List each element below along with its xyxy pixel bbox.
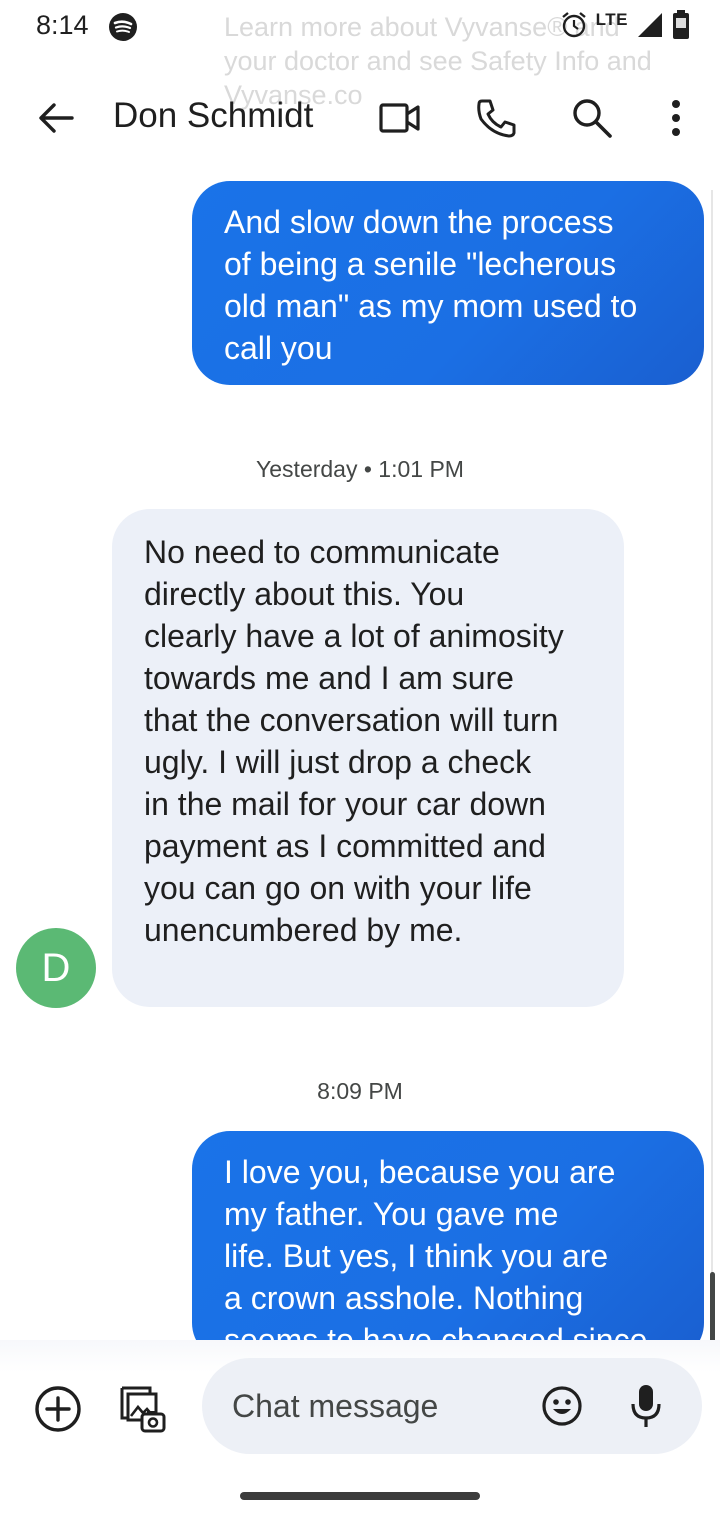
incoming-message-bubble[interactable]: No need to communicate directly about th…: [112, 509, 624, 1007]
emoji-icon[interactable]: [540, 1384, 584, 1428]
conversation-app-bar: Don Schmidt: [0, 76, 720, 160]
gallery-icon[interactable]: [116, 1382, 168, 1434]
chat-message-input[interactable]: Chat message: [202, 1358, 702, 1454]
status-indicators: LTE: [560, 10, 690, 40]
alarm-icon: [561, 12, 586, 38]
network-type-label: LTE: [595, 10, 628, 29]
contact-name[interactable]: Don Schmidt: [113, 96, 313, 136]
microphone-icon[interactable]: [626, 1382, 666, 1430]
status-bar: 8:14 Learn more about Vyvanse® and your …: [0, 0, 720, 110]
more-vert-icon[interactable]: [662, 96, 690, 140]
chat-message-placeholder: Chat message: [232, 1388, 439, 1424]
search-icon[interactable]: [570, 96, 614, 140]
status-time: 8:14: [36, 10, 89, 40]
message-timestamp: Yesterday • 1:01 PM: [256, 456, 464, 482]
message-timestamp: 8:09 PM: [317, 1078, 403, 1104]
spotify-icon: [109, 13, 137, 41]
outgoing-message-bubble[interactable]: And slow down the process of being a sen…: [192, 181, 704, 385]
video-call-icon[interactable]: [378, 98, 422, 138]
outgoing-message-bubble[interactable]: I love you, because you are my father. Y…: [192, 1131, 704, 1361]
contact-avatar[interactable]: D: [16, 928, 96, 1008]
battery-icon: [673, 10, 689, 39]
back-arrow-icon[interactable]: [36, 98, 76, 138]
gesture-navigation-handle[interactable]: [240, 1492, 480, 1500]
add-attachment-icon[interactable]: [33, 1384, 83, 1434]
scrollbar-track: [711, 190, 713, 1340]
message-composer: Chat message: [0, 1340, 720, 1470]
signal-icon: [638, 13, 662, 37]
phone-icon[interactable]: [474, 96, 518, 140]
